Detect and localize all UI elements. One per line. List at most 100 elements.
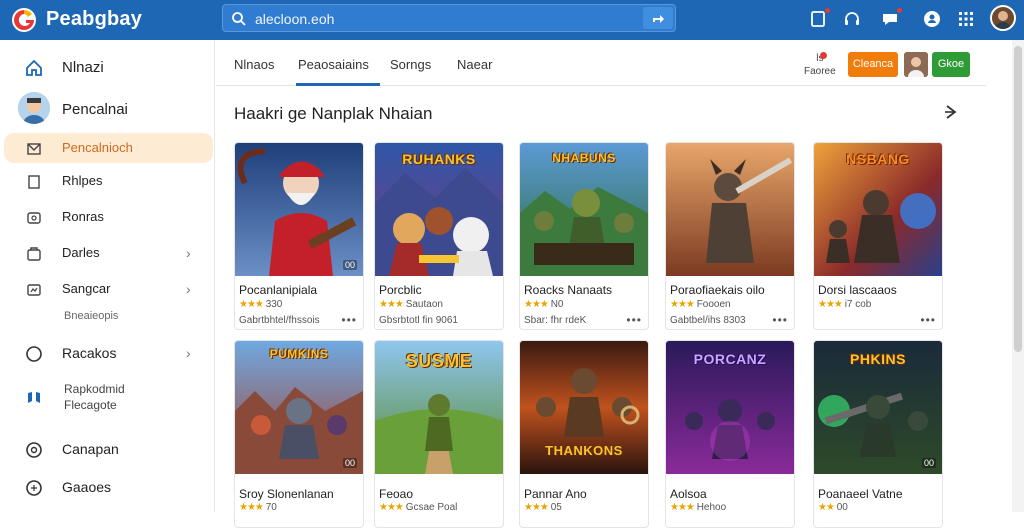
- game-thumbnail: NHABUNS: [520, 143, 648, 276]
- sidebar-item-active[interactable]: Pencalnioch: [4, 133, 213, 163]
- game-card[interactable]: 00 Pocanlanipiala ★★★ 330 Gabrtbhtel/fhs…: [234, 142, 364, 330]
- sidebar-item-label: Canapan: [62, 441, 119, 457]
- search-bar[interactable]: alecloon.eoh: [222, 4, 676, 32]
- sidebar-item-home[interactable]: Nlnazi: [0, 52, 215, 82]
- search-button[interactable]: [643, 7, 673, 29]
- notification-dot: [820, 52, 827, 59]
- card-rating-value: Hehoo: [696, 502, 727, 513]
- media-badge: 00: [921, 458, 936, 468]
- card-rating: ★★★ Gcsae Poal: [379, 502, 457, 513]
- notification-dot: [896, 7, 903, 14]
- bag-icon: [27, 247, 41, 261]
- logo-icon[interactable]: [10, 6, 38, 34]
- chevron-right-icon: ›: [186, 281, 191, 297]
- clipboard-icon[interactable]: [808, 7, 831, 29]
- card-rating-value: N0: [550, 299, 564, 310]
- notification-dot: [824, 7, 831, 14]
- more-icon[interactable]: •••: [626, 313, 642, 327]
- card-rating: ★★★ Foooen: [670, 299, 731, 310]
- main-content: Nlnaos Peaosaiains Sorngs Naear ls Faore…: [216, 40, 986, 528]
- sidebar-item-gaaoes[interactable]: Gaaoes: [0, 472, 215, 502]
- tab-naear[interactable]: Naear: [457, 57, 492, 72]
- scrollbar-thumb[interactable]: [1014, 46, 1022, 352]
- star-rating-icon: ★★★: [524, 299, 549, 310]
- more-icon[interactable]: •••: [341, 313, 357, 327]
- star-rating-icon: ★★★: [524, 502, 549, 513]
- section-title: Haakri ge Nanplak Nhaian: [234, 104, 433, 123]
- sidebar-item-label: Pencalnai: [62, 101, 128, 118]
- sidebar-item-rapkodmid[interactable]: Rapkodmid Flecagote: [0, 380, 215, 416]
- star-rating-icon: ★★★: [239, 502, 264, 513]
- sidebar-item-sublabel: Flecagote: [64, 398, 117, 412]
- sidebar-item-ronras[interactable]: Ronras: [0, 202, 215, 232]
- circle-icon: [26, 346, 42, 362]
- sidebar-item-label: Racakos: [62, 345, 117, 361]
- sidebar-item-rhlpes[interactable]: Rhlpes: [0, 166, 215, 196]
- tab-sorngs[interactable]: Sorngs: [390, 57, 431, 72]
- bookmark-icon: [28, 175, 40, 189]
- card-rating: ★★★ 70: [239, 502, 277, 513]
- game-card[interactable]: PORCANZ Aolsoa ★★★ Hehoo: [665, 340, 795, 528]
- card-meta: Gbsrbtotl fin 9061: [379, 315, 458, 326]
- card-title: Roacks Nanaats: [524, 283, 613, 297]
- user-circle-icon[interactable]: [922, 9, 942, 29]
- card-title: Feoao: [379, 487, 414, 501]
- game-card[interactable]: THANKONS Pannar Ano ★★★ 05: [519, 340, 649, 528]
- card-rating: ★★★ Hehoo: [670, 502, 726, 513]
- sidebar-subitem[interactable]: Bneaieopis: [64, 310, 118, 322]
- star-rating-icon: ★★★: [379, 502, 404, 513]
- grid-icon[interactable]: [956, 9, 976, 29]
- mini-avatar[interactable]: [904, 52, 928, 77]
- sidebar-item-canapan[interactable]: Canapan: [0, 434, 215, 464]
- game-logo-text: PHKINS: [850, 351, 906, 367]
- share-icon: [653, 15, 664, 23]
- sidebar-item-label: Rapkodmid: [64, 382, 125, 396]
- chat-icon[interactable]: [880, 7, 903, 29]
- tab-bar: Nlnaos Peaosaiains Sorngs Naear ls Faore…: [216, 40, 986, 86]
- game-thumbnail: SUSME: [375, 341, 503, 474]
- card-rating-value: 05: [550, 502, 562, 513]
- chevron-right-icon: ›: [186, 345, 191, 361]
- toolbar-status-line2: Faoree: [804, 66, 836, 77]
- card-rating: ★★★ N0: [524, 299, 563, 310]
- go-button[interactable]: Gkoe: [932, 52, 970, 77]
- card-rating: ★★★ 330: [239, 299, 282, 310]
- image-icon: [27, 212, 41, 224]
- headset-icon[interactable]: [842, 9, 862, 29]
- game-card[interactable]: PHKINS 00 Poanaeel Vatne ★★ 00: [813, 340, 943, 528]
- game-card[interactable]: NHABUNS Roacks Nanaats ★★★ N0 Sbar: fhr …: [519, 142, 649, 330]
- game-card[interactable]: SUSME Feoao ★★★ Gcsae Poal: [374, 340, 504, 528]
- book-icon: [28, 392, 40, 403]
- media-badge: 00: [342, 458, 357, 468]
- sidebar-item-racakos[interactable]: Racakos ›: [0, 338, 215, 368]
- user-avatar[interactable]: [990, 5, 1016, 31]
- chart-icon: [27, 284, 41, 296]
- arrow-right-icon[interactable]: [942, 102, 962, 122]
- more-icon[interactable]: •••: [920, 313, 936, 327]
- star-rating-icon: ★★★: [379, 299, 404, 310]
- tab-nlnaos[interactable]: Nlnaos: [234, 57, 274, 72]
- game-logo-text: THANKONS: [545, 443, 623, 458]
- game-card[interactable]: PUMKINS 00 Sroy Slonenlanan ★★★ 70: [234, 340, 364, 528]
- home-icon: [26, 59, 42, 76]
- game-thumbnail: PHKINS 00: [814, 341, 942, 474]
- clean-button[interactable]: Cleanca: [848, 52, 898, 77]
- search-input[interactable]: alecloon.eoh: [255, 11, 334, 27]
- sidebar-item-sangcar[interactable]: Sangcar ›: [0, 274, 215, 304]
- media-badge: 00: [342, 260, 357, 270]
- sidebar-item-darles[interactable]: Darles ›: [0, 238, 215, 268]
- more-icon[interactable]: •••: [772, 313, 788, 327]
- tab-peaosaiains[interactable]: Peaosaiains: [298, 57, 369, 72]
- chevron-right-icon: ›: [186, 245, 191, 261]
- app-title[interactable]: Peabgbay: [46, 8, 142, 31]
- sidebar-item-profile[interactable]: Pencalnai: [0, 94, 215, 124]
- star-rating-icon: ★★: [818, 502, 835, 513]
- scrollbar[interactable]: [1012, 40, 1024, 512]
- card-rating-value: Sautaon: [405, 299, 443, 310]
- game-thumbnail: PUMKINS 00: [235, 341, 363, 474]
- game-card[interactable]: Poraofiaekais oilo ★★★ Foooen Gabtbel/ih…: [665, 142, 795, 330]
- game-card[interactable]: NSBANG Dorsi lascaaos ★★★ i7 cob •••: [813, 142, 943, 330]
- active-tab-indicator: [296, 83, 380, 86]
- game-card[interactable]: RUHANKS Porcblic ★★★ Sautaon Gbsrbtotl f…: [374, 142, 504, 330]
- game-thumbnail: THANKONS: [520, 341, 648, 474]
